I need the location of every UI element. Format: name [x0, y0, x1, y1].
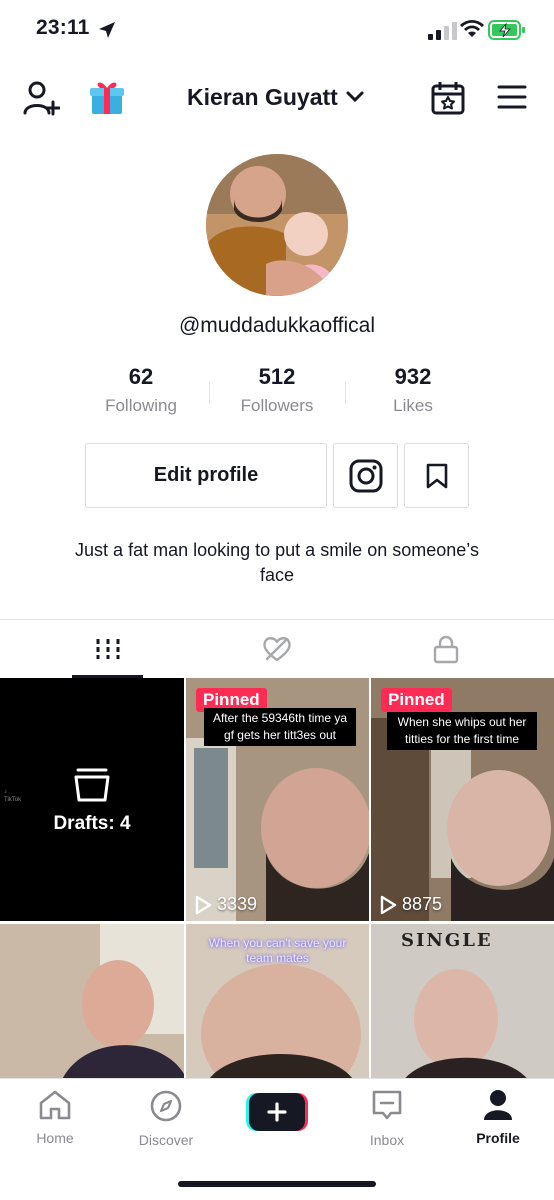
video-caption: When you can't save your team mates — [208, 936, 347, 965]
add-user-icon[interactable] — [22, 80, 60, 116]
single-sticker: SINGLE — [401, 930, 493, 951]
username: @muddadukkaoffical — [178, 314, 376, 337]
stat-following[interactable]: 62 Following — [73, 364, 209, 416]
status-time: 23:11 — [36, 16, 90, 39]
avatar[interactable] — [206, 154, 348, 296]
nav-profile[interactable]: Profile — [448, 1089, 548, 1146]
status-bar: 23:11 — [0, 0, 554, 60]
followers-label: Followers — [240, 396, 314, 415]
video-caption: When she whips out her titties for the f… — [387, 712, 537, 750]
battery-icon — [488, 20, 525, 40]
likes-label: Likes — [393, 396, 433, 415]
pinned-badge: Pinned — [381, 688, 452, 712]
instagram-button[interactable] — [333, 443, 398, 508]
edit-profile-button[interactable]: Edit profile — [85, 443, 327, 508]
inbox-icon — [372, 1090, 402, 1120]
home-indicator — [178, 1181, 376, 1187]
chevron-down-icon[interactable] — [345, 90, 365, 104]
video-thumbnail[interactable]: SINGLE — [371, 924, 554, 1078]
nav-profile-label: Profile — [476, 1130, 520, 1146]
instagram-icon — [349, 459, 382, 492]
profile-stats: 62 Following 512 Followers 932 Likes — [0, 364, 554, 424]
stat-followers[interactable]: 512 Followers — [209, 364, 345, 416]
nav-home[interactable]: Home — [5, 1089, 105, 1146]
bio: Just a fat man looking to put a smile on… — [75, 540, 479, 585]
location-arrow-icon — [99, 22, 115, 38]
tab-videos[interactable] — [16, 620, 200, 678]
drafts-icon — [74, 768, 110, 802]
view-count-value: 3339 — [217, 894, 258, 914]
drafts-info: Drafts: 4 — [0, 768, 184, 835]
nav-home-label: Home — [36, 1130, 74, 1146]
drafts-label: Drafts: 4 — [53, 813, 131, 834]
create-video-button[interactable] — [246, 1093, 308, 1131]
profile-icon — [484, 1090, 512, 1120]
wifi-icon — [460, 20, 484, 37]
likes-count: 932 — [394, 364, 432, 389]
nav-inbox[interactable]: Inbox — [337, 1089, 437, 1148]
following-count: 62 — [128, 364, 154, 389]
view-count: 3339 — [194, 894, 257, 915]
video-thumbnail[interactable]: Pinned When she whips out her titties fo… — [371, 678, 554, 921]
profile-name-switcher[interactable]: Kieran Guyatt — [187, 84, 338, 111]
bookmark-icon — [426, 463, 447, 488]
view-count: 8875 — [379, 894, 442, 915]
nav-discover-label: Discover — [138, 1132, 194, 1148]
tab-liked[interactable] — [185, 620, 369, 678]
home-icon — [39, 1090, 71, 1120]
following-label: Following — [105, 396, 177, 415]
video-grid: ♪ TikTok Drafts: 4 Pinned After the 59346… — [0, 678, 554, 1078]
signal-icon — [428, 22, 457, 40]
nav-discover[interactable]: Discover — [116, 1089, 216, 1148]
video-thumbnail[interactable]: Pinned After the 59346th time ya gf gets… — [186, 678, 369, 921]
favorites-button[interactable] — [404, 443, 469, 508]
play-icon — [380, 895, 397, 914]
nav-inbox-label: Inbox — [369, 1132, 405, 1148]
video-thumbnail-image — [0, 924, 184, 1078]
menu-icon[interactable] — [497, 84, 527, 110]
video-thumbnail[interactable] — [0, 924, 184, 1078]
view-count-value: 8875 — [402, 894, 443, 914]
play-icon — [195, 895, 212, 914]
gift-icon[interactable] — [88, 78, 126, 116]
grid-icon — [96, 639, 120, 659]
tab-private[interactable] — [354, 620, 538, 678]
lock-icon — [433, 635, 459, 664]
drafts-tile[interactable]: ♪ TikTok Drafts: 4 — [0, 678, 184, 921]
hidden-heart-icon — [263, 637, 291, 662]
video-caption: After the 59346th time ya gf gets her ti… — [204, 708, 356, 746]
video-thumbnail[interactable]: When you can't save your team mates — [186, 924, 369, 1078]
calendar-star-icon[interactable] — [430, 80, 466, 116]
stat-likes[interactable]: 932 Likes — [345, 364, 481, 416]
followers-count: 512 — [258, 364, 296, 389]
profile-header: Kieran Guyatt — [0, 70, 554, 126]
content-tabs — [0, 620, 554, 678]
compass-icon — [150, 1090, 182, 1122]
